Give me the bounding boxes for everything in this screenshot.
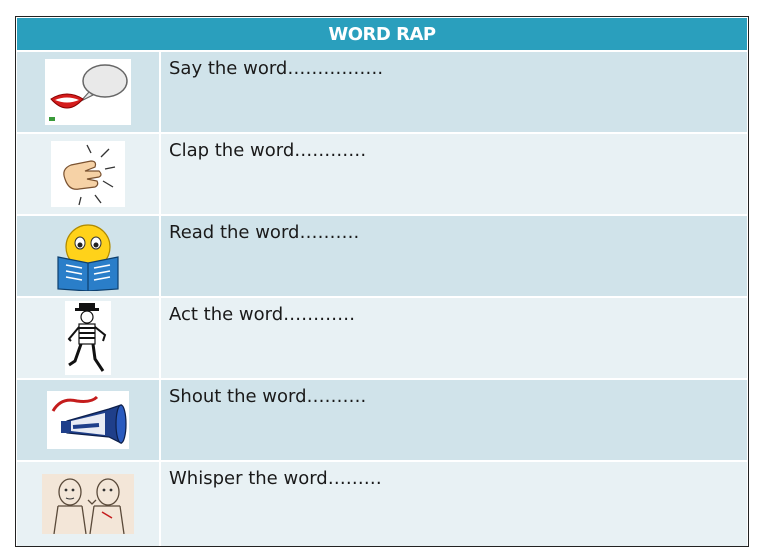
table-row: Act the word………… bbox=[17, 298, 747, 378]
mouth-speech-icon bbox=[45, 59, 131, 125]
shout-out-icon bbox=[47, 391, 129, 449]
row-text: Act the word………… bbox=[169, 304, 356, 325]
table-row: Whisper the word……… bbox=[17, 462, 747, 546]
row-text: Read the word………. bbox=[169, 222, 360, 243]
table-row: Clap the word………… bbox=[17, 134, 747, 214]
image-cell bbox=[17, 52, 161, 132]
row-text: Say the word……………. bbox=[169, 58, 384, 79]
table-title: WORD RAP bbox=[17, 18, 747, 50]
image-cell bbox=[17, 380, 161, 460]
whisper-people-icon bbox=[42, 474, 134, 534]
table-row: Read the word………. bbox=[17, 216, 747, 296]
row-text: Whisper the word……… bbox=[169, 468, 382, 489]
row-text: Clap the word………… bbox=[169, 140, 367, 161]
word-rap-table: WORD RAP Say the word……………. Clap the wor… bbox=[15, 16, 749, 547]
image-cell bbox=[17, 298, 161, 378]
reading-smiley-icon bbox=[52, 221, 124, 291]
image-cell bbox=[17, 216, 161, 296]
mime-actor-icon bbox=[65, 301, 111, 375]
image-cell bbox=[17, 134, 161, 214]
table-row: Say the word……………. bbox=[17, 52, 747, 132]
table-row: Shout the word………. bbox=[17, 380, 747, 460]
image-cell bbox=[17, 462, 161, 546]
clapping-hand-icon bbox=[51, 141, 125, 207]
row-text: Shout the word………. bbox=[169, 386, 367, 407]
